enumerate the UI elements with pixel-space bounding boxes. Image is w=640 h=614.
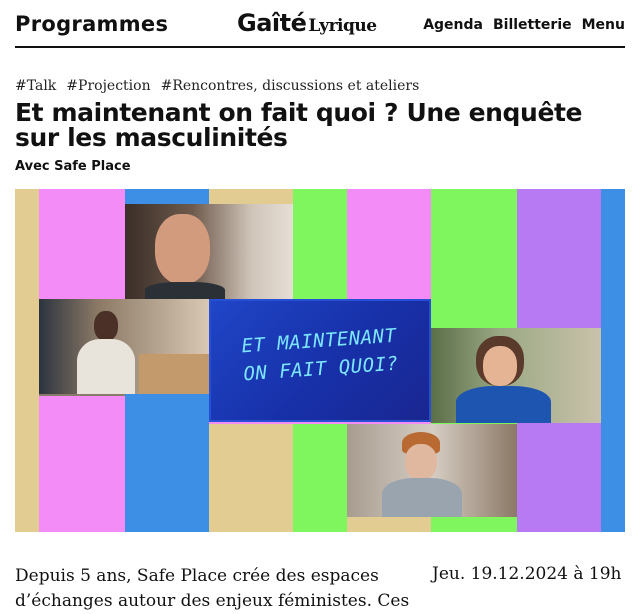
event-description: Depuis 5 ans, Safe Place crée des espace… bbox=[15, 566, 410, 611]
poster-stripe bbox=[15, 189, 39, 532]
poster-title-text: ET MAINTENANT ON FAIT QUOI? bbox=[207, 319, 432, 390]
portrait-photo-young-man bbox=[347, 424, 517, 517]
nav-programmes[interactable]: Programmes bbox=[15, 12, 168, 36]
event-tags: #Talk #Projection #Rencontres, discussio… bbox=[15, 78, 419, 94]
poster-stripe bbox=[601, 189, 625, 532]
portrait-photo-woman bbox=[431, 328, 601, 423]
event-date: Jeu. 19.12.2024 à 19h bbox=[432, 564, 622, 584]
site-logo[interactable]: Gaîté Lyrique bbox=[237, 9, 377, 37]
event-poster-image: ET MAINTENANT ON FAIT QUOI? bbox=[15, 189, 625, 532]
main-nav: Agenda Billetterie Menu bbox=[423, 17, 625, 33]
tag-rencontres[interactable]: #Rencontres, discussions et ateliers bbox=[161, 78, 420, 94]
event-title: Et maintenant on fait quoi ? Une enquête… bbox=[15, 98, 583, 152]
portrait-photo-bald-man bbox=[125, 204, 293, 299]
nav-agenda[interactable]: Agenda bbox=[423, 17, 483, 33]
site-header: Programmes Gaîté Lyrique Agenda Billetter… bbox=[0, 0, 640, 48]
nav-menu[interactable]: Menu bbox=[582, 17, 625, 33]
tag-projection[interactable]: #Projection bbox=[66, 78, 150, 94]
poster-title-card: ET MAINTENANT ON FAIT QUOI? bbox=[209, 299, 431, 422]
logo-main-text: Gaîté bbox=[237, 9, 307, 37]
nav-billetterie[interactable]: Billetterie bbox=[493, 17, 572, 33]
event-subtitle: Avec Safe Place bbox=[15, 159, 131, 174]
header-divider bbox=[15, 46, 625, 48]
tag-talk[interactable]: #Talk bbox=[15, 78, 56, 94]
logo-sub-text: Lyrique bbox=[308, 16, 377, 36]
portrait-photo-man-sofa bbox=[39, 299, 209, 394]
